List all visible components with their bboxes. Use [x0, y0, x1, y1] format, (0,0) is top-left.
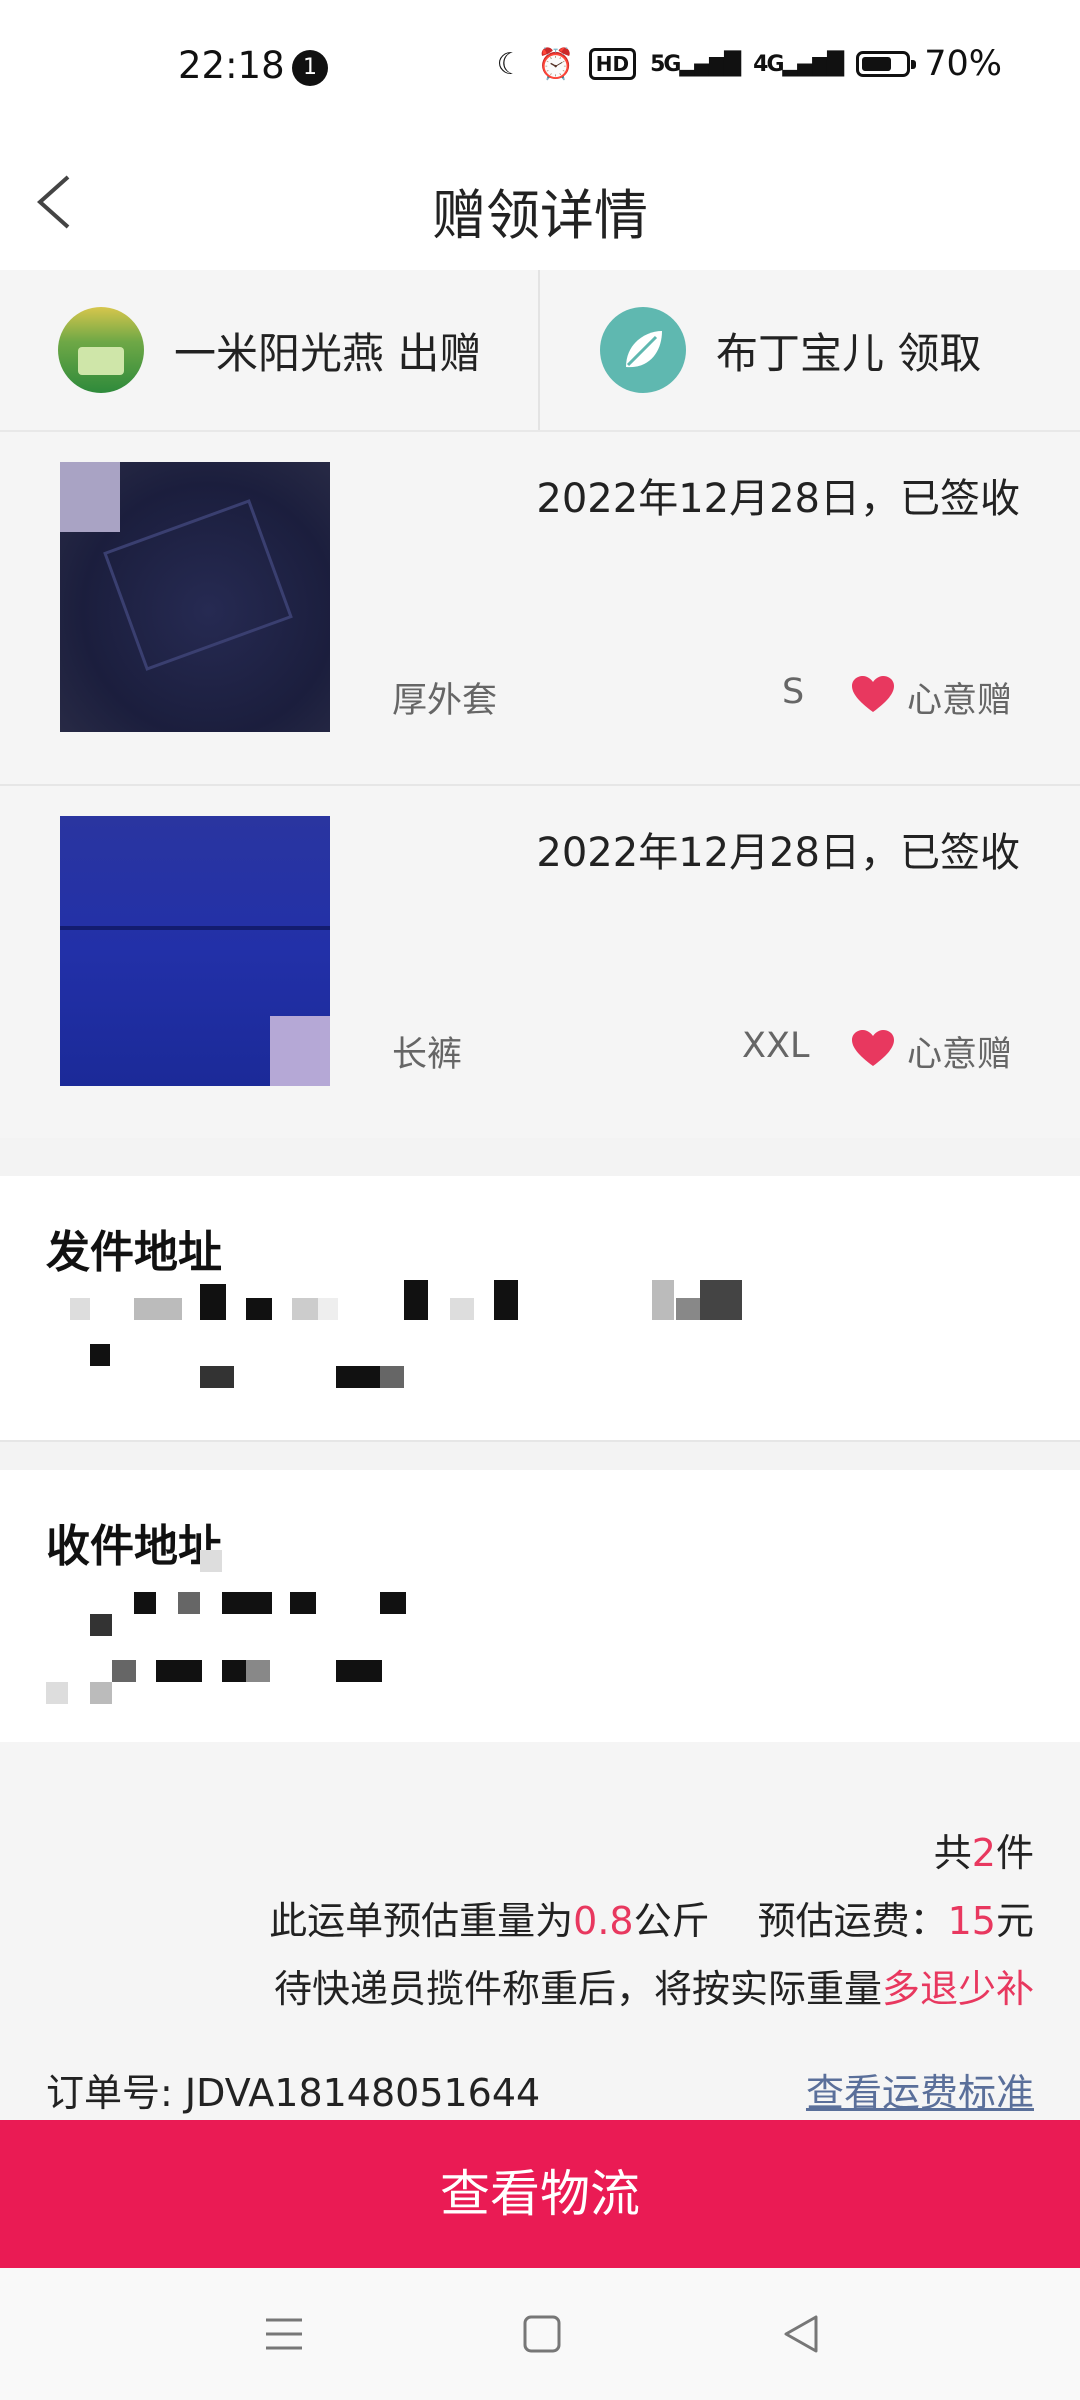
- menu-icon[interactable]: [262, 2312, 306, 2356]
- item-date-status: 2022年12月28日，已签收: [536, 830, 1020, 876]
- battery-percent: 70%: [924, 44, 1002, 84]
- receiver-label: 布丁宝儿 领取: [716, 328, 982, 378]
- list-item[interactable]: 2022年12月28日，已签收 厚外套 S 心意赠: [0, 432, 1080, 786]
- send-address-section: 发件地址: [0, 1176, 1080, 1440]
- item-image-pants: [60, 816, 330, 1086]
- item-size: XXL: [742, 1026, 810, 1066]
- giver-label: 一米阳光燕 出赠: [174, 328, 482, 378]
- battery-icon: [856, 51, 917, 77]
- moon-icon: ☾: [496, 46, 524, 82]
- weight-note: 待快递员揽件称重后，将按实际重量多退少补: [273, 1967, 1034, 2011]
- page-header: 赠领详情: [0, 135, 1080, 270]
- item-image-coat: [60, 462, 330, 732]
- section-gap: [0, 1138, 1080, 1176]
- receiver-avatar: [600, 307, 686, 393]
- item-date-status: 2022年12月28日，已签收: [536, 476, 1020, 522]
- item-name: 长裤: [392, 1035, 463, 1075]
- notification-count-badge: 1: [292, 50, 328, 86]
- giver-avatar: [58, 307, 144, 393]
- leaf-icon: [626, 331, 662, 368]
- item-tag: 心意赠: [906, 681, 1012, 721]
- order-number: 订单号: JDVA18148051644: [46, 2071, 541, 2115]
- 4g-signal-icon: 4G▂▄▆█: [753, 51, 844, 77]
- item-count: 共2件: [933, 1831, 1034, 1875]
- back-triangle-icon[interactable]: [780, 2312, 824, 2356]
- receive-address-section: 收件地址: [0, 1470, 1080, 1740]
- clock: 22:18: [178, 44, 285, 87]
- divider: [538, 270, 540, 430]
- view-logistics-button[interactable]: 查看物流: [0, 2120, 1080, 2268]
- section-gap: [0, 1440, 1080, 1472]
- receiver-profile[interactable]: 布丁宝儿 领取: [600, 270, 981, 430]
- giver-profile[interactable]: 一米阳光燕 出赠: [58, 270, 481, 430]
- receive-address-title: 收件地址: [46, 1521, 222, 1572]
- status-bar: 22:18 1 ☾ ⏰ HD 5G▂▄▆█ 4G▂▄▆█ 70%: [0, 0, 1080, 135]
- hd-icon: HD: [588, 48, 637, 80]
- shipping-summary: 共2件 此运单预估重量为0.8公斤 预估运费：15元 待快递员揽件称重后，将按实际…: [0, 1742, 1080, 2120]
- item-size: S: [782, 672, 805, 712]
- status-icons: ☾ ⏰ HD 5G▂▄▆█ 4G▂▄▆█ 70%: [496, 44, 1002, 84]
- send-address-title: 发件地址: [46, 1227, 222, 1278]
- heart-icon: [852, 676, 894, 712]
- view-fee-standard-link[interactable]: 查看运费标准: [806, 2062, 1034, 2117]
- giver-receiver-row: 一米阳光燕 出赠 布丁宝儿 领取: [0, 270, 1080, 432]
- system-nav-bar: [0, 2268, 1080, 2400]
- 5g-signal-icon: 5G▂▄▆█: [650, 51, 741, 77]
- weight-fee-line: 此运单预估重量为0.8公斤 预估运费：15元: [269, 1899, 1034, 1943]
- heart-icon: [852, 1030, 894, 1066]
- page-title: 赠领详情: [432, 184, 648, 247]
- list-item[interactable]: 2022年12月28日，已签收 长裤 XXL 心意赠: [0, 786, 1080, 1138]
- alarm-icon: ⏰: [537, 46, 575, 82]
- item-name: 厚外套: [392, 681, 498, 721]
- home-square-icon[interactable]: [520, 2312, 564, 2356]
- item-tag: 心意赠: [906, 1035, 1012, 1075]
